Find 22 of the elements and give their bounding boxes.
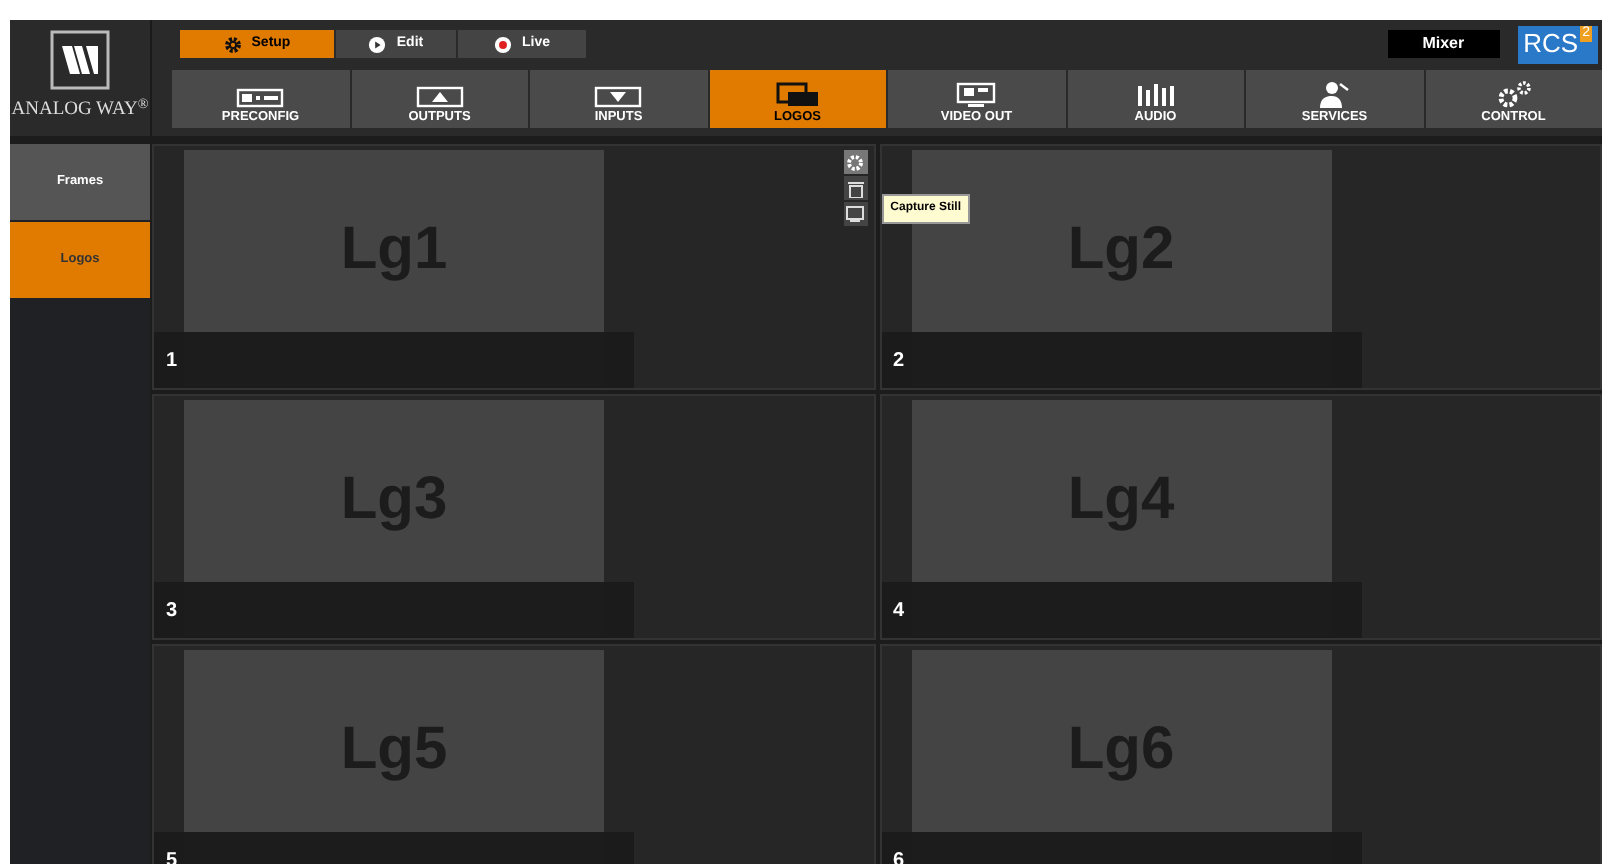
person-icon (1316, 79, 1353, 107)
brand-name: ANALOG WAY$^{®}$ (11, 96, 149, 125)
tile-number: 3 (166, 597, 178, 625)
play-icon (368, 35, 387, 53)
gear-icon (223, 35, 242, 53)
gears-icon (1493, 79, 1534, 107)
capture-still-button[interactable] (843, 202, 867, 226)
stacked-screens-icon (775, 81, 820, 107)
tile-number: 4 (893, 597, 905, 625)
settings-button[interactable] (843, 150, 867, 174)
equalizer-icon (1135, 81, 1176, 107)
tile-number: 2 (893, 347, 905, 375)
monitor-icon (956, 81, 997, 107)
tile-number: 1 (166, 347, 178, 375)
preconfig-icon (236, 87, 285, 107)
record-icon (493, 35, 512, 53)
brand-logo-icon (50, 30, 110, 91)
trash-icon (847, 179, 863, 197)
monitor-icon (846, 206, 864, 222)
mixer-label: Mixer (1387, 30, 1500, 58)
delete-button[interactable] (843, 176, 867, 200)
settings-icon (846, 153, 864, 171)
